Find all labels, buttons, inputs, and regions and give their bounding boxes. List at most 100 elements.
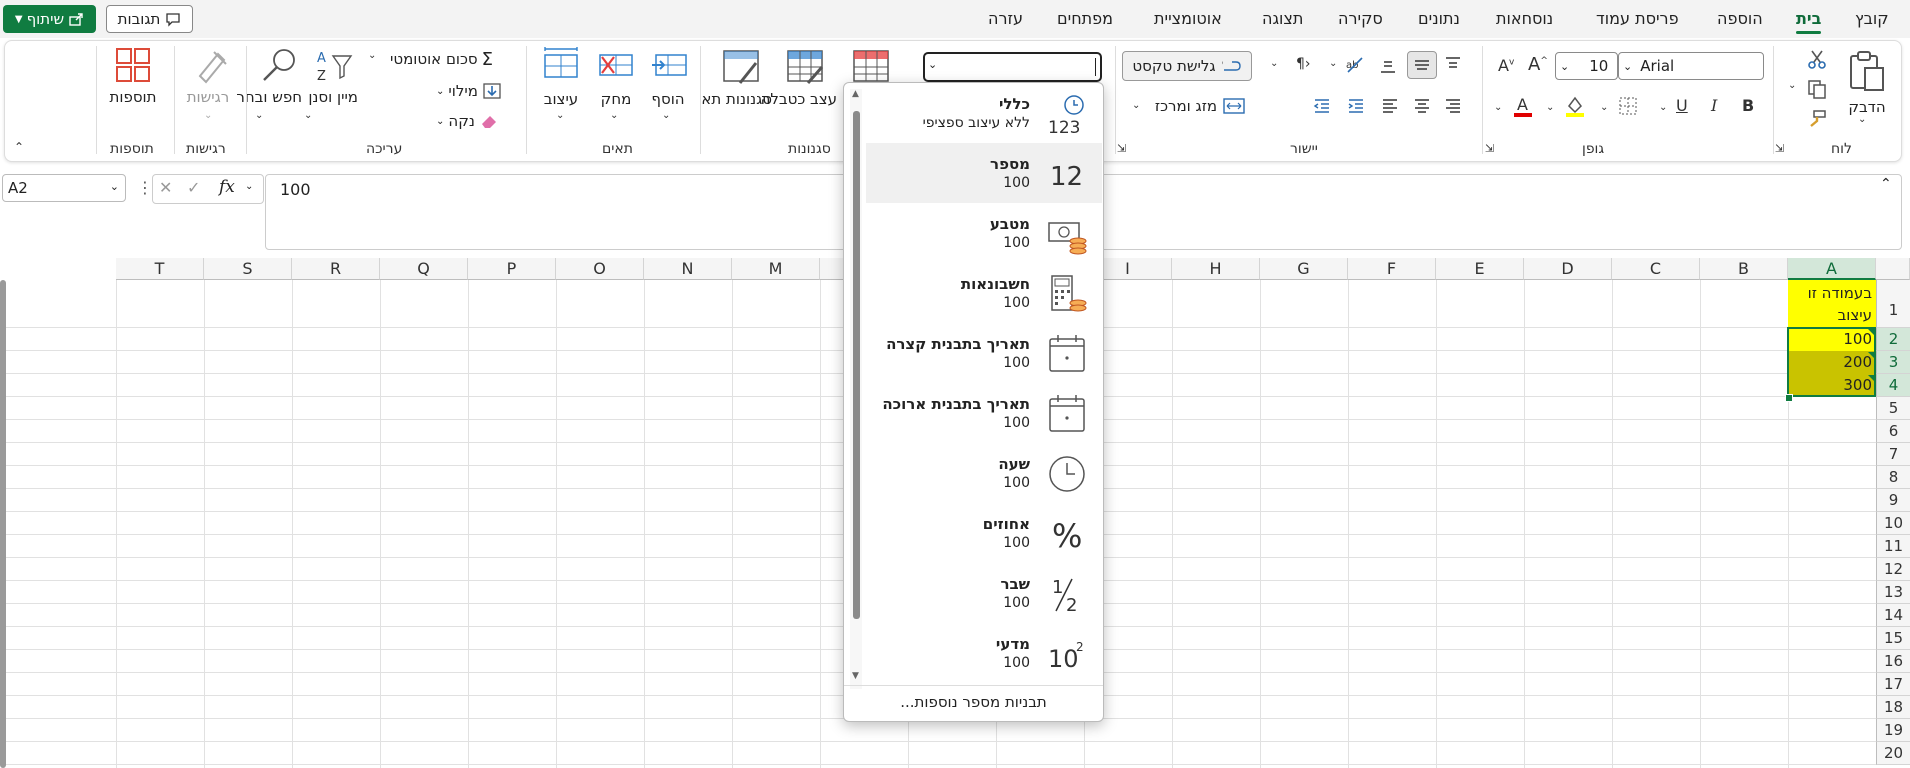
chevron-down-icon[interactable]: ⌄ [1600, 102, 1608, 113]
chevron-down-icon[interactable]: ⌄ [1270, 58, 1278, 69]
column-header-B[interactable]: B [1700, 258, 1788, 280]
chevron-down-icon[interactable]: ⌄ [1494, 102, 1502, 113]
underline-button[interactable]: U [1676, 96, 1688, 115]
row-header-8[interactable]: 8 [1876, 466, 1910, 489]
row-header-16[interactable]: 16 [1876, 650, 1910, 673]
chevron-down-icon[interactable]: ⌄ [1329, 58, 1337, 69]
chevron-down-icon[interactable]: ⌄ [610, 110, 618, 121]
sort-filter-button[interactable]: מיין וסנן [308, 88, 358, 106]
align-right-icon[interactable] [1443, 96, 1463, 116]
dialog-launcher-icon[interactable]: ⇲ [1117, 142, 1126, 155]
format-painter-icon[interactable] [1806, 108, 1828, 130]
row-header-3[interactable]: 3 [1876, 351, 1910, 374]
chevron-down-icon[interactable]: ⌄ [255, 110, 263, 121]
format-as-table-icon[interactable] [786, 49, 826, 85]
scroll-up-icon[interactable]: ▲ [852, 89, 859, 99]
borders-icon[interactable] [1618, 96, 1638, 116]
format-option-general[interactable]: כללי ללא עיצוב ספציפי 123 [866, 83, 1102, 143]
format-option-fraction[interactable]: שבר 100 12 [866, 563, 1102, 623]
dropdown-scrollbar[interactable]: ▲ ▼ [850, 89, 862, 689]
column-header-O[interactable]: O [556, 258, 644, 280]
column-header-N[interactable]: N [644, 258, 732, 280]
chevron-down-icon[interactable]: ⌄ [1132, 100, 1140, 111]
chevron-down-icon[interactable]: ⌄ [245, 181, 253, 192]
format-option-percentage[interactable]: אחוזים 100 % [866, 503, 1102, 563]
share-button[interactable]: ▼ שיתוף [3, 5, 96, 33]
row-header-19[interactable]: 19 [1876, 719, 1910, 742]
find-select-button[interactable]: חפש ובחר [236, 88, 302, 106]
insert-button[interactable]: הוסף [646, 90, 690, 108]
cut-icon[interactable] [1806, 48, 1828, 70]
error-indicator-icon[interactable] [1868, 352, 1875, 359]
align-center-icon[interactable] [1412, 96, 1432, 116]
row-header-2[interactable]: 2 [1876, 328, 1910, 351]
cell-styles-button[interactable]: סגנונות תא [701, 90, 772, 108]
insert-cells-icon[interactable] [650, 49, 690, 81]
row-header-17[interactable]: 17 [1876, 673, 1910, 696]
column-header-C[interactable]: C [1612, 258, 1700, 280]
row-header-11[interactable]: 11 [1876, 535, 1910, 558]
conditional-formatting-icon[interactable] [852, 49, 892, 85]
name-box[interactable]: A2 ⌄ [2, 174, 126, 202]
fill-handle[interactable] [1785, 394, 1793, 402]
delete-button[interactable]: מחק [594, 90, 638, 108]
insert-function-button[interactable]: fx [219, 177, 235, 197]
select-all-corner[interactable] [1876, 258, 1910, 280]
chevron-down-icon[interactable]: ⌄ [662, 110, 670, 121]
row-header-5[interactable]: 5 [1876, 397, 1910, 420]
column-header-E[interactable]: E [1436, 258, 1524, 280]
format-option-number[interactable]: מספר 100 12 [866, 143, 1102, 203]
addins-button[interactable]: תוספות [104, 88, 162, 106]
tab-data[interactable]: נתונים [1418, 9, 1460, 28]
row-header-20[interactable]: 20 [1876, 742, 1910, 765]
chevron-down-icon[interactable]: ⌄ [1546, 102, 1554, 113]
row-header-7[interactable]: 7 [1876, 443, 1910, 466]
error-indicator-icon[interactable] [1868, 375, 1875, 382]
tab-insert[interactable]: הוספה [1717, 9, 1763, 28]
number-format-combobox[interactable]: ⌄ [923, 52, 1102, 82]
format-option-long-date[interactable]: תאריך בתבנית ארוכה 100 [866, 383, 1102, 443]
column-header-F[interactable]: F [1348, 258, 1436, 280]
chevron-down-icon[interactable]: ⌄ [304, 110, 312, 121]
addins-icon[interactable] [114, 46, 154, 84]
tab-developer[interactable]: מפתחים [1057, 9, 1113, 28]
find-select-icon[interactable] [260, 46, 300, 84]
column-header-P[interactable]: P [468, 258, 556, 280]
row-header-14[interactable]: 14 [1876, 604, 1910, 627]
row-header-13[interactable]: 13 [1876, 581, 1910, 604]
autosum-button[interactable]: Σ סכום אוטומטי [390, 48, 518, 70]
format-button[interactable]: עיצוב [537, 90, 585, 108]
tab-help[interactable]: עזרה [988, 9, 1023, 28]
row-header-6[interactable]: 6 [1876, 420, 1910, 443]
increase-indent-icon[interactable] [1346, 96, 1366, 116]
copy-icon[interactable] [1806, 78, 1828, 100]
scrollbar-thumb[interactable] [853, 111, 860, 619]
decrease-indent-icon[interactable] [1312, 96, 1332, 116]
cell-A1[interactable]: בעמודה זו עיצובהתאים הוא טקסט [1788, 280, 1876, 368]
tab-view[interactable]: תצוגה [1262, 9, 1303, 28]
dialog-launcher-icon[interactable]: ⇲ [1775, 142, 1784, 155]
fill-button[interactable]: מילוי ⌄ [436, 80, 520, 102]
fill-color-icon[interactable] [1564, 94, 1586, 118]
scroll-down-icon[interactable]: ▼ [852, 671, 859, 681]
merge-center-button[interactable]: מזג ומרכז [1150, 94, 1250, 118]
format-as-table-button[interactable]: עצב כטבלה [761, 90, 837, 108]
row-header-18[interactable]: 18 [1876, 696, 1910, 719]
comments-button[interactable]: תגובות [106, 5, 193, 33]
column-header-M[interactable]: M [732, 258, 820, 280]
tab-formulas[interactable]: נוסחאות [1496, 9, 1553, 28]
align-middle-button[interactable] [1407, 51, 1437, 79]
row-header-12[interactable]: 12 [1876, 558, 1910, 581]
more-number-formats-link[interactable]: תבניות מספר נוספות... [844, 693, 1103, 715]
chevron-down-icon[interactable]: ⌄ [1659, 102, 1667, 113]
row-header-9[interactable]: 9 [1876, 489, 1910, 512]
more-icon[interactable]: ⋮ [137, 178, 153, 197]
format-option-short-date[interactable]: תאריך בתבנית קצרה 100 [866, 323, 1102, 383]
decrease-font-icon[interactable]: Av [1498, 56, 1514, 75]
align-top-icon[interactable] [1443, 54, 1463, 74]
clear-button[interactable]: נקה ⌄ [436, 110, 520, 132]
tab-automate[interactable]: אוטומציית [1154, 9, 1222, 28]
row-header-15[interactable]: 15 [1876, 627, 1910, 650]
paste-icon[interactable] [1845, 50, 1887, 94]
chevron-down-icon[interactable]: ⌄ [1788, 80, 1796, 91]
